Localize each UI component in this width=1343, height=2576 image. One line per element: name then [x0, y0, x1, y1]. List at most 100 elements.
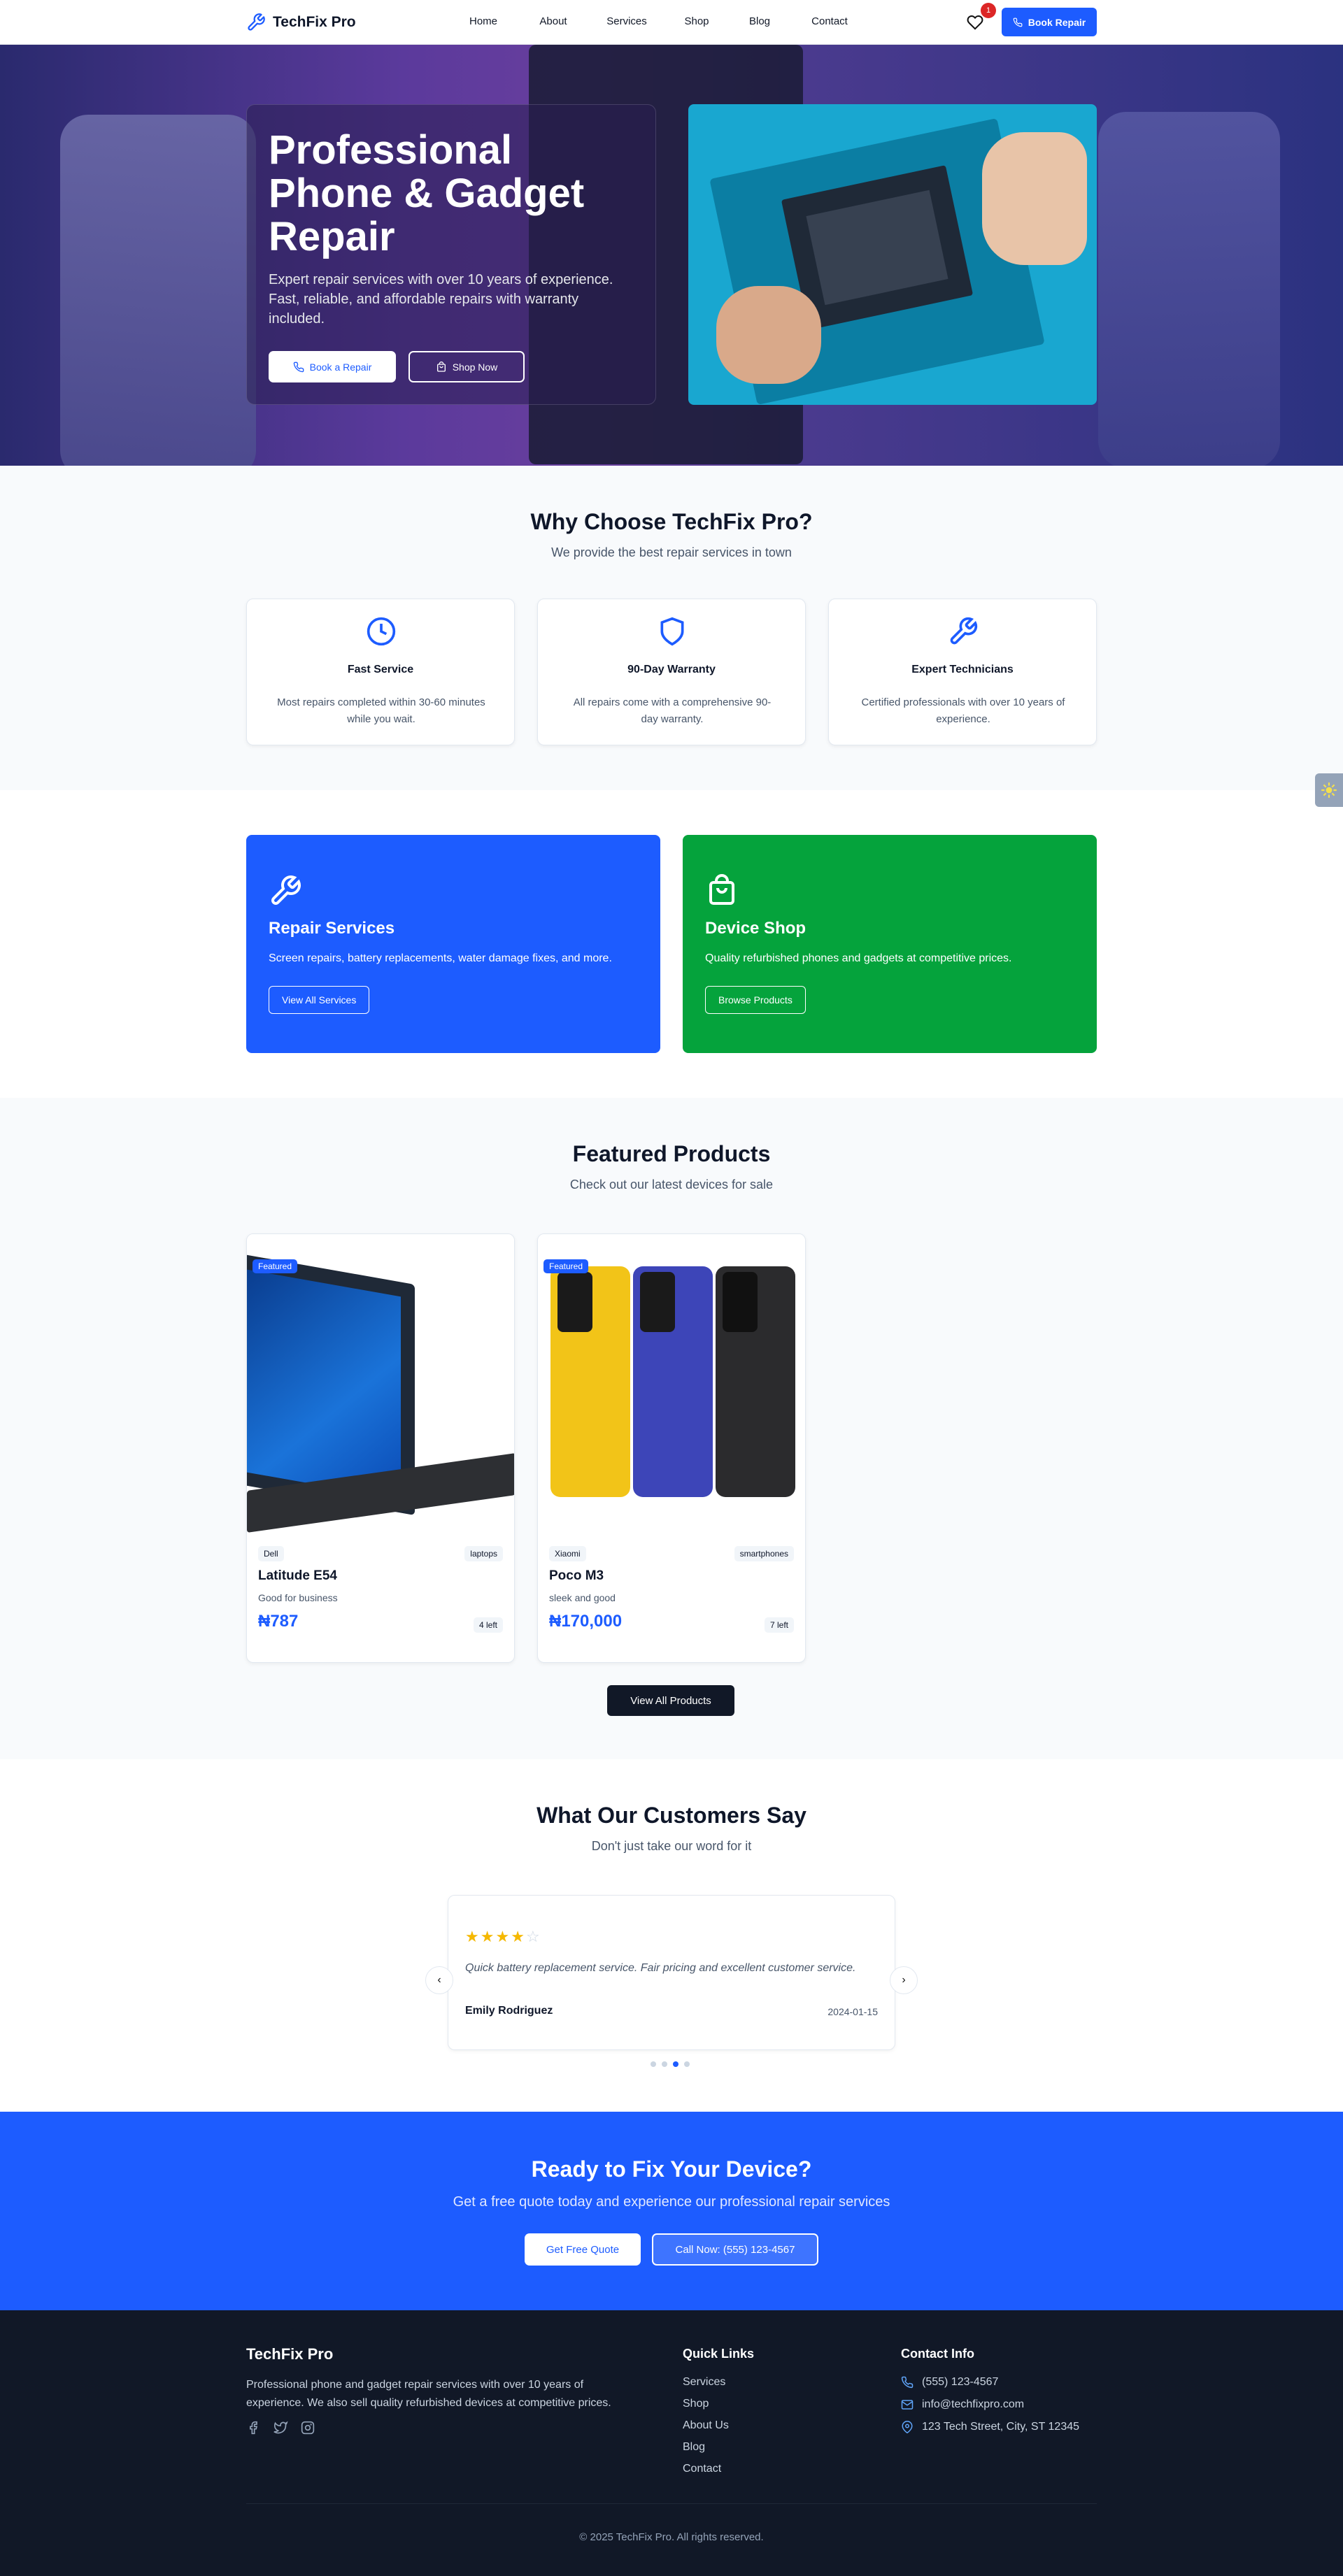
facebook-icon[interactable]	[246, 2421, 260, 2435]
product-card-poco[interactable]: Featured Xiaomi smartphones Poco M3 slee…	[537, 1233, 806, 1663]
testimonial-card: ★ ★ ★ ★ ☆ Quick battery replacement service.…	[448, 1895, 895, 2050]
social-links	[246, 2421, 315, 2435]
testimonial-quote: Quick battery replacement service. Fair …	[465, 1962, 856, 1974]
get-free-quote-button[interactable]: Get Free Quote	[525, 2233, 641, 2266]
hero-shop-now-button[interactable]: Shop Now	[408, 351, 525, 382]
why-choose-section: Why Choose TechFix Pro? We provide the b…	[0, 466, 1343, 790]
hero-section: Professional Phone & Gadget Repair Exper…	[0, 45, 1343, 466]
footer-link-contact[interactable]: Contact	[683, 2463, 729, 2475]
carousel-dot[interactable]	[684, 2061, 690, 2067]
products-subtitle: Check out our latest devices for sale	[569, 1178, 774, 1192]
cta-subtitle: Get a free quote today and experience ou…	[453, 2194, 890, 2210]
footer-brand: TechFix Pro	[246, 2345, 334, 2363]
footer-divider	[246, 2503, 1097, 2504]
featured-badge: Featured	[253, 1259, 298, 1273]
feature-card-expert-technicians: Expert Technicians Certified professiona…	[828, 599, 1097, 745]
browse-products-button[interactable]: Browse Products	[705, 986, 806, 1014]
star-filled-icon: ★	[465, 1928, 479, 1945]
footer-link-about[interactable]: About Us	[683, 2419, 729, 2432]
shopping-bag-icon	[705, 874, 739, 908]
chevron-left-icon: ‹	[437, 1974, 441, 1986]
carousel-dot[interactable]	[673, 2061, 678, 2067]
book-repair-button[interactable]: Book Repair	[1002, 8, 1097, 36]
nav-shop[interactable]: Shop	[683, 15, 711, 27]
site-footer: TechFix Pro Professional phone and gadge…	[0, 2310, 1343, 2576]
prev-testimonial-button[interactable]: ‹	[425, 1966, 453, 1994]
feature-card-warranty: 90-Day Warranty All repairs come with a …	[537, 599, 806, 745]
testimonials-title: What Our Customers Say	[537, 1803, 806, 1828]
feature-title: Fast Service	[347, 664, 414, 675]
wrench-icon	[246, 13, 266, 32]
contact-email[interactable]: info@techfixpro.com	[901, 2398, 1079, 2411]
device-shop-title: Device Shop	[705, 919, 806, 938]
device-shop-desc: Quality refurbished phones and gadgets a…	[705, 952, 1012, 964]
product-image-laptop	[247, 1234, 514, 1533]
hero-bg-phone-right	[1098, 112, 1280, 466]
product-name: Poco M3	[549, 1568, 604, 1583]
featured-badge: Featured	[543, 1259, 589, 1273]
quick-links-title: Quick Links	[683, 2347, 755, 2361]
nav-links: Home About Services Shop Blog Contact	[469, 15, 849, 27]
twitter-icon[interactable]	[273, 2421, 288, 2435]
featured-products-section: Featured Products Check out our latest d…	[0, 1098, 1343, 1759]
contact-address: 123 Tech Street, City, ST 12345	[901, 2421, 1079, 2433]
feature-title: Expert Technicians	[911, 664, 1014, 675]
footer-link-shop[interactable]: Shop	[683, 2398, 729, 2410]
rating-stars: ★ ★ ★ ★ ☆	[465, 1928, 540, 1946]
star-filled-icon: ★	[511, 1928, 525, 1945]
accessibility-widget-icon[interactable]	[1315, 773, 1343, 807]
nav-services[interactable]: Services	[606, 15, 648, 27]
contact-phone[interactable]: (555) 123-4567	[901, 2376, 1079, 2389]
nav-contact[interactable]: Contact	[810, 15, 849, 27]
feature-desc: Certified professionals with over 10 yea…	[861, 696, 1065, 725]
mail-icon	[901, 2398, 914, 2411]
next-testimonial-button[interactable]: ›	[890, 1966, 918, 1994]
brand-name: TechFix Pro	[273, 14, 356, 30]
shield-icon	[657, 616, 688, 647]
why-title: Why Choose TechFix Pro?	[530, 509, 813, 534]
clock-icon	[366, 616, 397, 647]
device-shop-card: Device Shop Quality refurbished phones a…	[683, 835, 1097, 1053]
product-price: ₦787	[258, 1612, 299, 1631]
cta-section: Ready to Fix Your Device? Get a free quo…	[0, 2112, 1343, 2310]
product-desc: sleek and good	[549, 1592, 616, 1603]
carousel-dot[interactable]	[651, 2061, 656, 2067]
book-repair-label: Book Repair	[1028, 16, 1086, 28]
nav-about[interactable]: About	[536, 15, 571, 27]
product-brand-tag: Dell	[258, 1546, 284, 1561]
carousel-dots	[651, 2061, 690, 2067]
carousel-dot[interactable]	[662, 2061, 667, 2067]
star-filled-icon: ★	[495, 1928, 510, 1945]
product-brand-tag: Xiaomi	[549, 1546, 586, 1561]
call-now-button[interactable]: Call Now: (555) 123-4567	[652, 2233, 818, 2266]
product-name: Latitude E54	[258, 1568, 337, 1583]
contact-email-text: info@techfixpro.com	[922, 2398, 1025, 2410]
product-category-tag: laptops	[464, 1546, 503, 1561]
nav-blog[interactable]: Blog	[746, 15, 774, 27]
copyright-text: © 2025 TechFix Pro. All rights reserved.	[579, 2531, 764, 2543]
hero-book-repair-button[interactable]: Book a Repair	[269, 351, 396, 382]
feature-desc: Most repairs completed within 30-60 minu…	[277, 696, 485, 725]
view-all-products-button[interactable]: View All Products	[607, 1685, 734, 1716]
wishlist-count-badge: 1	[981, 3, 996, 18]
repair-services-title: Repair Services	[269, 919, 395, 938]
footer-link-services[interactable]: Services	[683, 2376, 729, 2389]
repair-services-desc: Screen repairs, battery replacements, wa…	[269, 952, 612, 964]
phone-icon	[1013, 17, 1023, 27]
review-date: 2024-01-15	[827, 2006, 878, 2017]
product-card-latitude[interactable]: Featured Dell laptops Latitude E54 Good …	[246, 1233, 515, 1663]
product-stock: 7 left	[764, 1617, 794, 1633]
phone-icon	[901, 2376, 914, 2389]
footer-link-blog[interactable]: Blog	[683, 2441, 729, 2454]
top-navbar: TechFix Pro Home About Services Shop Blo…	[0, 0, 1343, 45]
why-subtitle: We provide the best repair services in t…	[551, 545, 792, 559]
instagram-icon[interactable]	[301, 2421, 315, 2435]
view-all-services-button[interactable]: View All Services	[269, 986, 370, 1014]
hero-book-label: Book a Repair	[309, 361, 372, 373]
reviewer-name: Emily Rodriguez	[465, 2005, 553, 2017]
brand-logo[interactable]: TechFix Pro	[246, 11, 356, 34]
chevron-right-icon: ›	[902, 1974, 906, 1986]
product-price: ₦170,000	[549, 1612, 623, 1631]
product-category-tag: smartphones	[734, 1546, 794, 1561]
nav-home[interactable]: Home	[469, 15, 498, 27]
